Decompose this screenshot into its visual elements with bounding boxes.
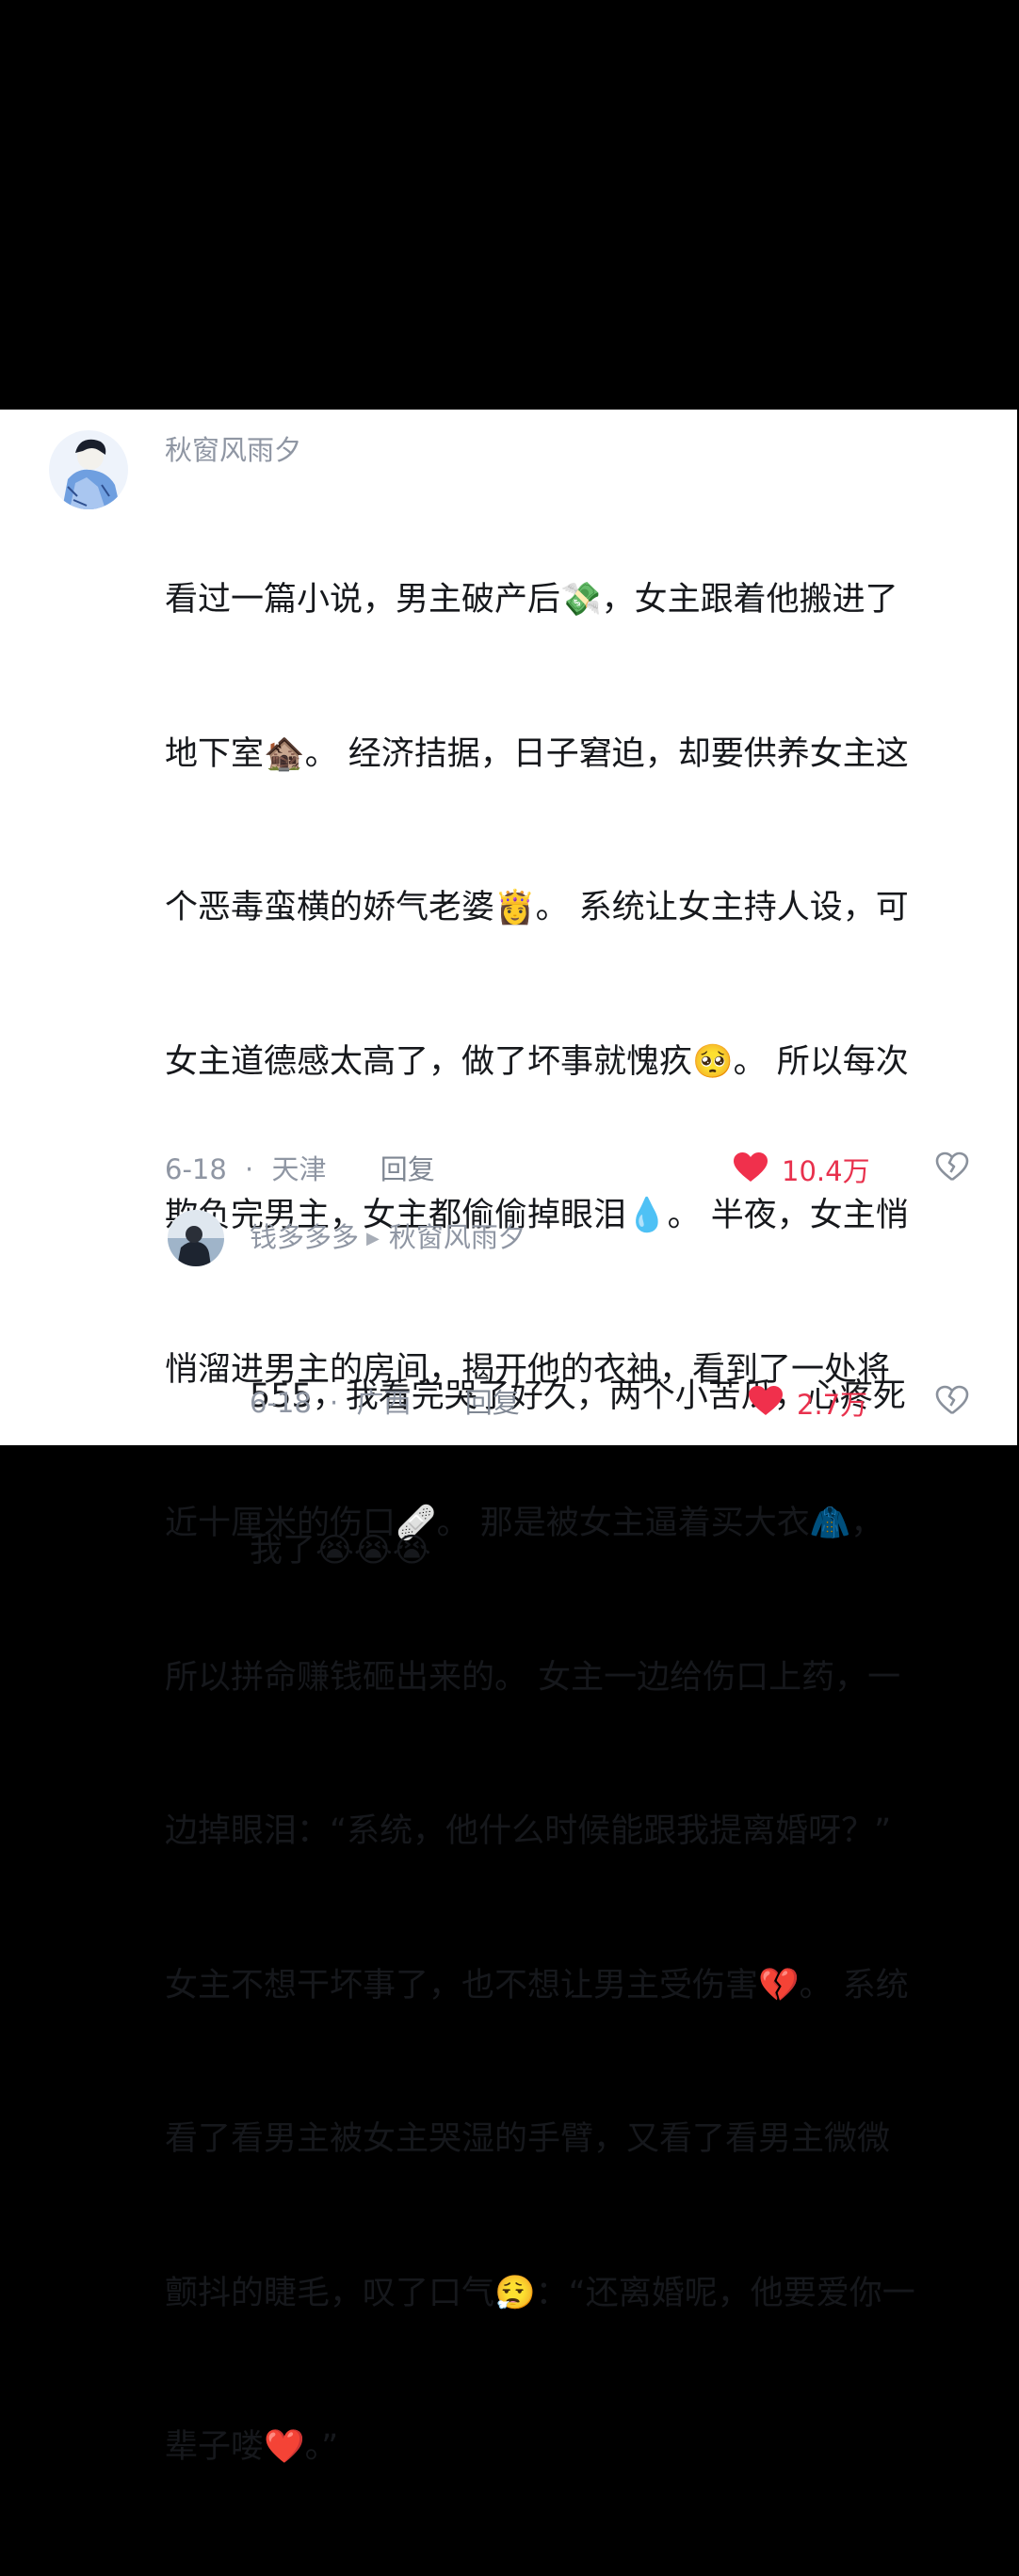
reply-arrow-icon: ▶ [366, 1229, 380, 1248]
comment-meta: 6-18 · 天津 回复 [165, 1148, 435, 1187]
avatar[interactable] [49, 430, 128, 509]
meta-separator: · [245, 1153, 254, 1185]
comment-username[interactable]: 秋窗风雨夕 [165, 428, 301, 468]
comment-line: 看了看男主被女主哭湿的手臂，又看了看男主微微 [165, 2120, 891, 2158]
like-count: 2.7万 [797, 1389, 868, 1421]
comment-line: 我了😭😭😭 [250, 1531, 431, 1570]
comment-date: 6-18 [165, 1153, 227, 1185]
meta-separator: · [330, 1387, 339, 1419]
comment-line: 看过一篇小说，男主破产后💸，女主跟着他搬进了 [165, 581, 898, 619]
comment-panel: 秋窗风雨夕 看过一篇小说，男主破产后💸，女主跟着他搬进了 地下室🏚️。 经济拮据… [0, 410, 1017, 2466]
comment-line: 女主不想干坏事了，也不想让男主受伤害💔。 系统 [165, 1966, 909, 2004]
like-count: 10.4万 [782, 1155, 870, 1187]
reply-button[interactable]: 回复 [465, 1381, 520, 1421]
comment-username[interactable]: 钱多多多 [250, 1221, 359, 1253]
broken-heart-outline-icon[interactable] [935, 1385, 969, 1419]
heart-filled-icon [748, 1385, 784, 1421]
reply-button[interactable]: 回复 [380, 1148, 435, 1187]
comment-line: 个恶毒蛮横的娇气老婆👸。 系统让女主持人设，可 [165, 889, 909, 926]
comment-meta: 6-18 · 广西 回复 [250, 1381, 520, 1421]
like-button[interactable]: 2.7万 [748, 1383, 867, 1423]
comment-line: 辈子喽❤️。” [165, 2428, 339, 2466]
comment-line: 地下室🏚️。 经济拮据，日子窘迫，却要供养女主这 [165, 734, 909, 773]
avatar[interactable] [168, 1210, 224, 1266]
comment-line: 边掉眼泪：“系统，他什么时候能跟我提离婚呀？” [165, 1812, 892, 1850]
broken-heart-outline-icon[interactable] [935, 1151, 969, 1185]
heart-filled-icon [733, 1151, 768, 1187]
like-button[interactable]: 10.4万 [733, 1150, 870, 1189]
reply-header: 钱多多多 ▶ 秋窗风雨夕 [250, 1216, 526, 1255]
comment-location: 广西 [356, 1387, 412, 1419]
comment-date: 6-18 [250, 1387, 312, 1419]
comment-line: 颤抖的睫毛，叹了口气😮‍💨：“还离婚呢，他要爱你一 [165, 2274, 915, 2312]
comment-location: 天津 [271, 1153, 327, 1185]
comment-line: 女主道德感太高了，做了坏事就愧疚🥺。 所以每次 [165, 1042, 909, 1081]
comment-body: 555，我看完哭了好久，两个小苦瓜，心疼死 我了😭😭😭 [250, 1268, 984, 1679]
reply-to-username[interactable]: 秋窗风雨夕 [389, 1221, 526, 1253]
